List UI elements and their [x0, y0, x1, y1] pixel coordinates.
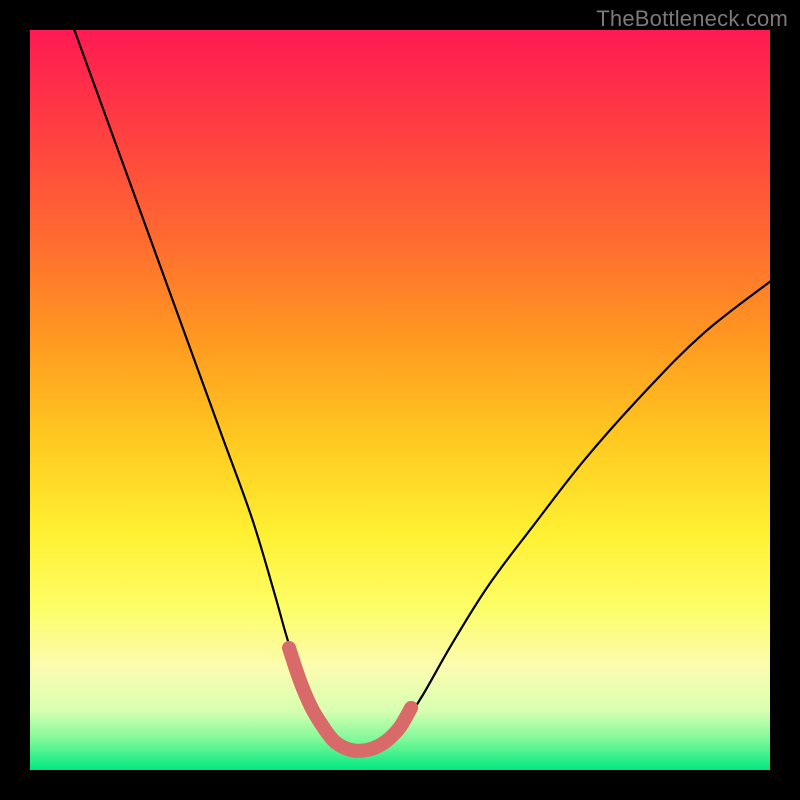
- bottleneck-curve: [74, 30, 770, 751]
- chart-svg: [30, 30, 770, 770]
- plot-area: [30, 30, 770, 770]
- valley-highlight: [289, 648, 411, 751]
- watermark-text: TheBottleneck.com: [596, 6, 788, 32]
- chart-frame: TheBottleneck.com: [0, 0, 800, 800]
